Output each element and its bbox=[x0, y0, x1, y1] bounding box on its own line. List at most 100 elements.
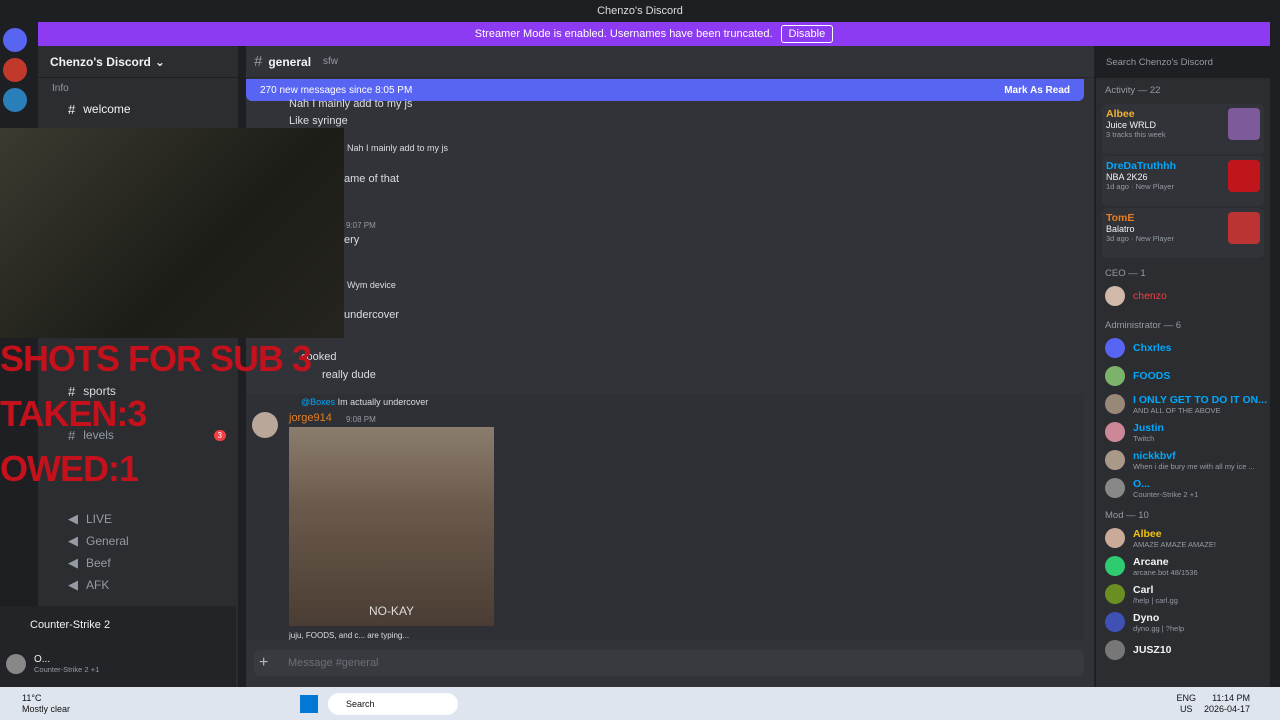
avatar bbox=[1105, 556, 1125, 576]
user-status: Counter-Strike 2 +1 bbox=[34, 665, 100, 674]
message-placeholder: Message #general bbox=[288, 657, 379, 669]
streamer-mode-banner: Streamer Mode is enabled. Usernames have… bbox=[38, 22, 1270, 46]
member-item[interactable]: Justin Twitch bbox=[1096, 418, 1270, 446]
activity-user: Albee bbox=[1106, 108, 1135, 120]
member-name: nickkbvf bbox=[1133, 449, 1176, 462]
avatar[interactable] bbox=[6, 654, 26, 674]
avatar bbox=[1105, 286, 1125, 306]
weather-temp: 11°C bbox=[22, 692, 42, 703]
add-attachment-icon[interactable]: + bbox=[259, 654, 268, 672]
member-item[interactable]: nickkbvf When i die bury me with all my i… bbox=[1096, 446, 1270, 474]
mark-as-read-button[interactable]: Mark As Read bbox=[1004, 85, 1070, 96]
member-item[interactable]: Chxrles bbox=[1096, 334, 1270, 362]
member-item[interactable]: Dyno dyno.gg | ?help bbox=[1096, 608, 1270, 636]
activity-sub: 1d ago · New Player bbox=[1106, 182, 1174, 191]
avatar bbox=[1105, 528, 1125, 548]
album-art bbox=[1228, 108, 1260, 140]
search-input[interactable]: Search Chenzo's Discord bbox=[1100, 52, 1264, 72]
member-item[interactable]: O... Counter-Strike 2 +1 bbox=[1096, 474, 1270, 502]
activity-user: DreDaTruthhh bbox=[1106, 160, 1177, 172]
start-icon[interactable] bbox=[300, 694, 318, 713]
member-name: Albee bbox=[1133, 527, 1162, 540]
channel-header: # general sfw bbox=[246, 46, 1094, 78]
message-time: 9:08 PM bbox=[346, 415, 376, 424]
gif-embed[interactable]: NO-KAY bbox=[289, 427, 494, 626]
game-art bbox=[1228, 212, 1260, 244]
chevron-down-icon: ⌄ bbox=[154, 54, 165, 69]
avatar bbox=[1105, 338, 1125, 358]
channel-welcome[interactable]: # welcome bbox=[38, 98, 238, 120]
server-name: Chenzo's Discord bbox=[50, 54, 151, 69]
reply-mention[interactable]: @Boxes bbox=[301, 397, 335, 407]
avatar bbox=[1105, 612, 1125, 632]
language-indicator[interactable]: ENG US bbox=[1176, 693, 1196, 715]
member-item[interactable]: FOODS bbox=[1096, 362, 1270, 390]
message-text: undercover bbox=[344, 309, 400, 321]
avatar bbox=[1105, 640, 1125, 660]
new-messages-text: 270 new messages since 8:05 PM bbox=[260, 84, 413, 96]
voice-afk[interactable]: ◀ AFK bbox=[38, 574, 238, 596]
window-title: Chenzo's Discord bbox=[597, 4, 683, 17]
typing-indicator: juju, FOODS, and c... are typing... bbox=[289, 631, 410, 640]
message-input[interactable]: Message #general bbox=[254, 650, 1084, 676]
member-name: Justin bbox=[1133, 421, 1164, 434]
activity-card[interactable]: TomE Balatro 3d ago · New Player bbox=[1102, 208, 1264, 258]
member-item[interactable]: Albee AMAZE AMAZE AMAZE! bbox=[1096, 524, 1270, 552]
channel-topic: sfw bbox=[323, 56, 339, 67]
server-icon[interactable] bbox=[3, 88, 27, 112]
disable-button[interactable]: Disable bbox=[780, 25, 834, 43]
clock[interactable]: 11:14 PM 2026-04-17 bbox=[1204, 693, 1250, 715]
activity-game: NBA 2K26 bbox=[1106, 172, 1148, 182]
member-item[interactable]: Arcane arcane.bot 48/1536 bbox=[1096, 552, 1270, 580]
speaker-icon: ◀ bbox=[68, 533, 78, 548]
role-header: CEO — 1 bbox=[1105, 267, 1146, 279]
avatar bbox=[1105, 394, 1125, 414]
activity-game: Balatro bbox=[1106, 224, 1135, 234]
author-name[interactable]: jorge914 bbox=[289, 412, 332, 424]
taskbar-search[interactable]: Search bbox=[328, 692, 458, 715]
message-text: ame of that bbox=[344, 173, 400, 185]
avatar bbox=[1105, 422, 1125, 442]
member-name: chenzo bbox=[1133, 290, 1167, 302]
server-icon[interactable] bbox=[3, 58, 27, 82]
activity-status[interactable]: Counter-Strike 2 bbox=[0, 606, 236, 644]
webcam-overlay bbox=[0, 128, 344, 338]
discord-home-icon[interactable] bbox=[3, 28, 27, 52]
window-titlebar: Chenzo's Discord bbox=[0, 0, 1280, 21]
game-art bbox=[1228, 160, 1260, 192]
windows-taskbar: 11°C Mostly clear Search ENG US 11:14 PM 2… bbox=[0, 687, 1280, 720]
member-item[interactable]: JUSZ10 bbox=[1096, 636, 1270, 664]
avatar[interactable] bbox=[252, 412, 278, 438]
category-label: Info bbox=[52, 82, 69, 94]
channel-label: LIVE bbox=[86, 512, 113, 526]
message-text: Like syringe bbox=[289, 115, 348, 127]
gif-caption: NO-KAY bbox=[368, 604, 415, 618]
overlay-line: TAKEN:3 bbox=[0, 393, 147, 434]
weather-desc: Mostly clear bbox=[22, 703, 71, 714]
clock-date: 2026-04-17 bbox=[1203, 703, 1250, 714]
member-item[interactable]: I ONLY GET TO DO IT ON... AND ALL OF THE … bbox=[1096, 390, 1270, 418]
speaker-icon: ◀ bbox=[68, 555, 78, 570]
message-text: ery bbox=[344, 234, 360, 246]
activity-sub: 3d ago · New Player bbox=[1106, 234, 1174, 243]
member-item[interactable]: Carl/help | carl.gg bbox=[1096, 580, 1270, 608]
voice-general[interactable]: ◀ General bbox=[38, 530, 238, 552]
overlay-line: SHOTS FOR SUB 3 bbox=[0, 338, 312, 379]
weather-widget[interactable]: 11°C Mostly clear bbox=[0, 693, 80, 715]
category-info[interactable]: Info bbox=[38, 78, 238, 98]
activity-card[interactable]: DreDaTruthhh NBA 2K26 1d ago · New Player bbox=[1102, 156, 1264, 206]
banner-text: Streamer Mode is enabled. Usernames have… bbox=[474, 28, 773, 40]
reply-preview: Nah I mainly add to my js bbox=[347, 143, 449, 153]
server-name-header[interactable]: Chenzo's Discord ⌄ bbox=[38, 46, 238, 78]
role-header: Mod — 10 bbox=[1105, 509, 1149, 521]
voice-beef[interactable]: ◀ Beef bbox=[38, 552, 238, 574]
activity-card[interactable]: Albee Juice WRLD 3 tracks this week bbox=[1102, 104, 1264, 154]
avatar bbox=[1105, 584, 1125, 604]
speaker-icon: ◀ bbox=[68, 577, 78, 592]
speaker-icon: ◀ bbox=[68, 511, 78, 526]
reply-line: @Boxes Im actually undercover bbox=[301, 397, 428, 407]
member-item[interactable]: chenzo bbox=[1096, 282, 1270, 310]
member-status: dyno.gg | ?help bbox=[1133, 623, 1185, 633]
member-name: Carl bbox=[1133, 583, 1154, 596]
voice-live[interactable]: ◀ LIVE bbox=[38, 508, 238, 530]
